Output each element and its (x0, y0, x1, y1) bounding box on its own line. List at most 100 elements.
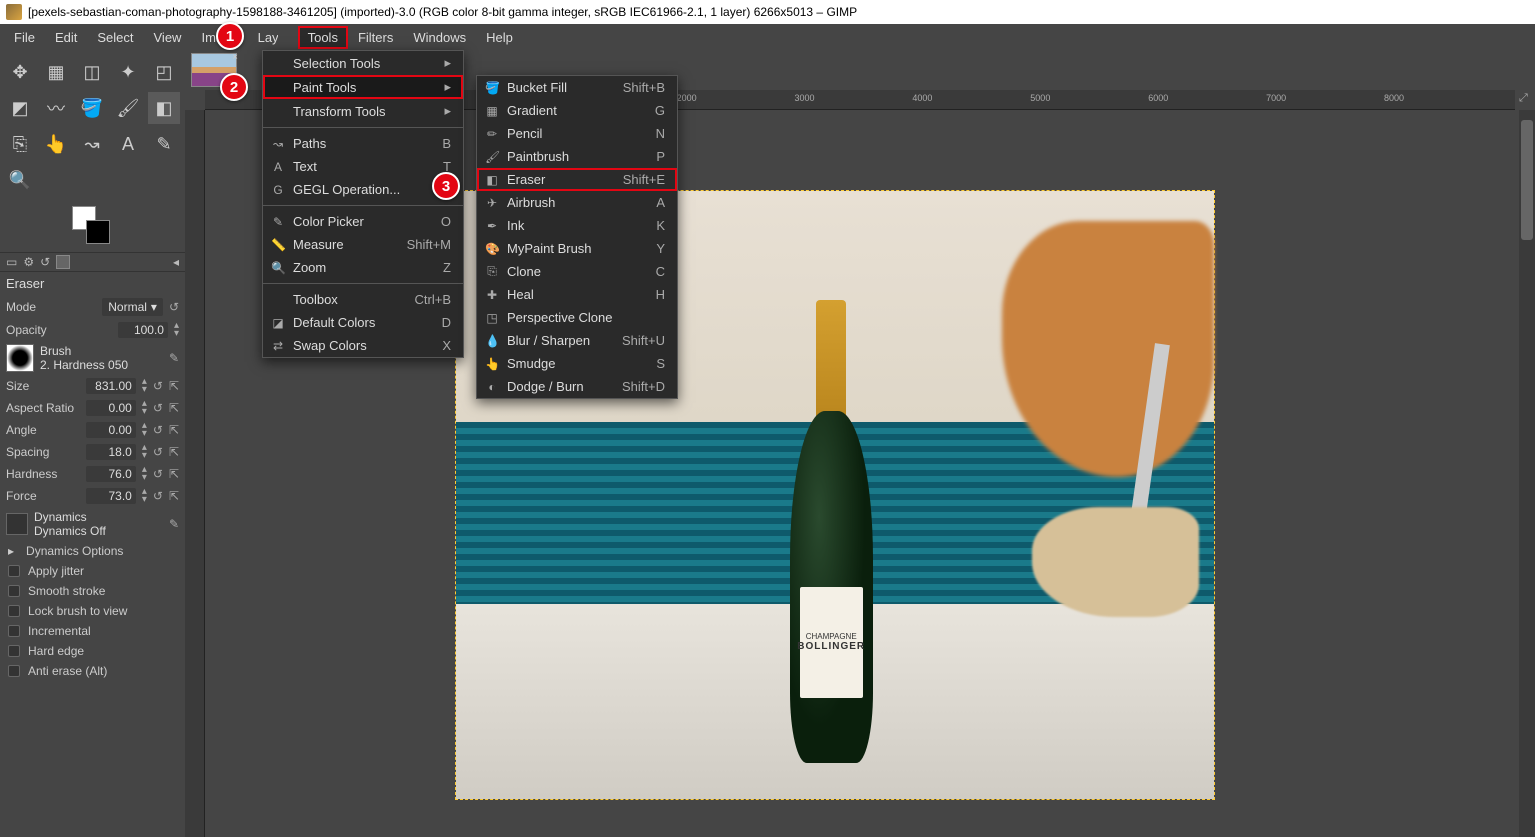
navigation-icon[interactable]: ⤢ (1519, 92, 1533, 106)
aspect-label: Aspect Ratio (6, 401, 80, 415)
size-link-icon[interactable]: ⇱ (169, 379, 179, 393)
bucket-fill-icon[interactable]: 🪣 (76, 92, 108, 124)
paint-menu-item[interactable]: ▦GradientG (477, 99, 677, 122)
vertical-scrollbar[interactable] (1519, 110, 1535, 837)
apply-jitter-checkbox[interactable]: Apply jitter (0, 561, 185, 581)
tools-menu-item[interactable]: ◪Default ColorsD (263, 311, 463, 334)
tool-options-title: Eraser (0, 272, 185, 295)
clone-tool-icon[interactable]: ⎘ (4, 128, 36, 160)
bottle: CHAMPAGNE BOLLINGER (790, 300, 873, 762)
lock-brush-checkbox[interactable]: Lock brush to view (0, 601, 185, 621)
dynamics-edit-icon[interactable]: ✎ (169, 517, 179, 531)
hardness-label: Hardness (6, 467, 80, 481)
tools-menu-item[interactable]: ✎Color PickerO (263, 210, 463, 233)
background-color[interactable] (86, 220, 110, 244)
paint-menu-item[interactable]: ⎘CloneC (477, 260, 677, 283)
size-value[interactable]: 831.00 (86, 378, 136, 394)
transform-tool-icon[interactable]: ◩ (4, 92, 36, 124)
size-reset-icon[interactable]: ↺ (153, 379, 163, 393)
mode-label: Mode (6, 300, 96, 314)
force-value[interactable]: 73.0 (86, 488, 136, 504)
tab-tool-options-icon[interactable]: ▭ (6, 255, 17, 269)
paint-menu-item[interactable]: ✚HealH (477, 283, 677, 306)
tools-menu-item[interactable]: Transform Tools▸ (263, 99, 463, 123)
vertical-ruler (185, 110, 205, 837)
paths-tool-icon[interactable]: ↝ (76, 128, 108, 160)
menu-edit[interactable]: Edit (45, 26, 87, 49)
tools-menu-item[interactable]: ToolboxCtrl+B (263, 288, 463, 311)
warp-tool-icon[interactable]: 〰 (40, 92, 72, 124)
zoom-tool-icon[interactable]: 🔍 (4, 164, 36, 196)
spacing-label: Spacing (6, 445, 80, 459)
tools-menu-item[interactable]: 🔍ZoomZ (263, 256, 463, 279)
text-tool-icon[interactable]: A (112, 128, 144, 160)
tools-menu-item[interactable]: ⇄Swap ColorsX (263, 334, 463, 357)
paint-menu-item[interactable]: 💧Blur / SharpenShift+U (477, 329, 677, 352)
angle-value[interactable]: 0.00 (86, 422, 136, 438)
size-label: Size (6, 379, 80, 393)
brush-preview-icon[interactable] (6, 344, 34, 372)
dynamics-label: Dynamics (34, 510, 163, 524)
opacity-value[interactable]: 100.0 (118, 322, 168, 338)
tools-menu-item[interactable]: Paint Tools▸ (263, 75, 463, 99)
brush-label: Brush (40, 344, 163, 358)
paint-menu-item[interactable]: ◐Dodge / BurnShift+D (477, 375, 677, 398)
tools-menu-item[interactable]: ATextT (263, 155, 463, 178)
tab-history-icon[interactable]: ↺ (40, 255, 50, 269)
tab-device-icon[interactable]: ⚙ (23, 255, 34, 269)
paint-menu-item[interactable]: ✒InkK (477, 214, 677, 237)
menu-windows[interactable]: Windows (403, 26, 476, 49)
paint-tools-submenu: 🪣Bucket FillShift+B▦GradientG✏PencilN🖌Pa… (476, 75, 678, 399)
free-select-icon[interactable]: ◫ (76, 56, 108, 88)
move-tool-icon[interactable]: ✥ (4, 56, 36, 88)
menu-layer[interactable]: Layer (248, 26, 278, 49)
paint-menu-item[interactable]: ✈AirbrushA (477, 191, 677, 214)
paint-menu-item[interactable]: ◳Perspective Clone (477, 306, 677, 329)
paint-menu-item[interactable]: ✏PencilN (477, 122, 677, 145)
paintbrush-icon[interactable]: 🖌 (112, 92, 144, 124)
mode-reset-icon[interactable]: ↺ (169, 300, 179, 314)
rect-select-icon[interactable]: ▦ (40, 56, 72, 88)
menu-help[interactable]: Help (476, 26, 523, 49)
smooth-stroke-checkbox[interactable]: Smooth stroke (0, 581, 185, 601)
dynamics-options-expander[interactable]: ▸Dynamics Options (0, 541, 185, 561)
dock-tabs: ▭ ⚙ ↺ ◂ (0, 252, 185, 272)
anti-erase-checkbox[interactable]: Anti erase (Alt) (0, 661, 185, 681)
crop-tool-icon[interactable]: ◰ (148, 56, 180, 88)
callout-badge-1: 1 (216, 22, 244, 50)
tools-menu-item[interactable]: Selection Tools▸ (263, 51, 463, 75)
hard-edge-checkbox[interactable]: Hard edge (0, 641, 185, 661)
eraser-tool-icon[interactable]: ◧ (148, 92, 180, 124)
smudge-tool-icon[interactable]: 👆 (40, 128, 72, 160)
opacity-label: Opacity (6, 323, 112, 337)
left-dock: ✥ ▦ ◫ ✦ ◰ ◩ 〰 🪣 🖌 ◧ ⎘ 👆 ↝ A ✎ 🔍 ▭ ⚙ ↺ ◂ (0, 50, 185, 837)
tab-menu-icon[interactable]: ◂ (173, 255, 179, 269)
mode-select[interactable]: Normal▾ (102, 298, 163, 316)
paint-menu-item[interactable]: 👆SmudgeS (477, 352, 677, 375)
tab-images-icon[interactable] (56, 255, 70, 269)
paint-menu-item[interactable]: 🎨MyPaint BrushY (477, 237, 677, 260)
brush-edit-icon[interactable]: ✎ (169, 351, 179, 365)
paint-menu-item[interactable]: 🖌PaintbrushP (477, 145, 677, 168)
force-label: Force (6, 489, 80, 503)
close-tab-icon[interactable]: × (232, 52, 238, 63)
menu-select[interactable]: Select (87, 26, 143, 49)
toolbox: ✥ ▦ ◫ ✦ ◰ ◩ 〰 🪣 🖌 ◧ ⎘ 👆 ↝ A ✎ 🔍 (0, 50, 185, 202)
paint-menu-item[interactable]: 🪣Bucket FillShift+B (477, 76, 677, 99)
spacing-value[interactable]: 18.0 (86, 444, 136, 460)
menu-filters[interactable]: Filters (348, 26, 403, 49)
menu-view[interactable]: View (144, 26, 192, 49)
color-picker-icon[interactable]: ✎ (148, 128, 180, 160)
paint-menu-item[interactable]: ◧EraserShift+E (477, 168, 677, 191)
fuzzy-select-icon[interactable]: ✦ (112, 56, 144, 88)
tools-menu-item[interactable]: 📏MeasureShift+M (263, 233, 463, 256)
tools-menu-item[interactable]: ↝PathsB (263, 132, 463, 155)
incremental-checkbox[interactable]: Incremental (0, 621, 185, 641)
dynamics-icon[interactable] (6, 513, 28, 535)
hardness-value[interactable]: 76.0 (86, 466, 136, 482)
dynamics-value: Dynamics Off (34, 524, 163, 538)
opacity-spinner[interactable]: ▴▾ (174, 322, 179, 338)
menu-file[interactable]: File (4, 26, 45, 49)
menu-tools[interactable]: Tools (298, 26, 348, 49)
aspect-value[interactable]: 0.00 (86, 400, 136, 416)
